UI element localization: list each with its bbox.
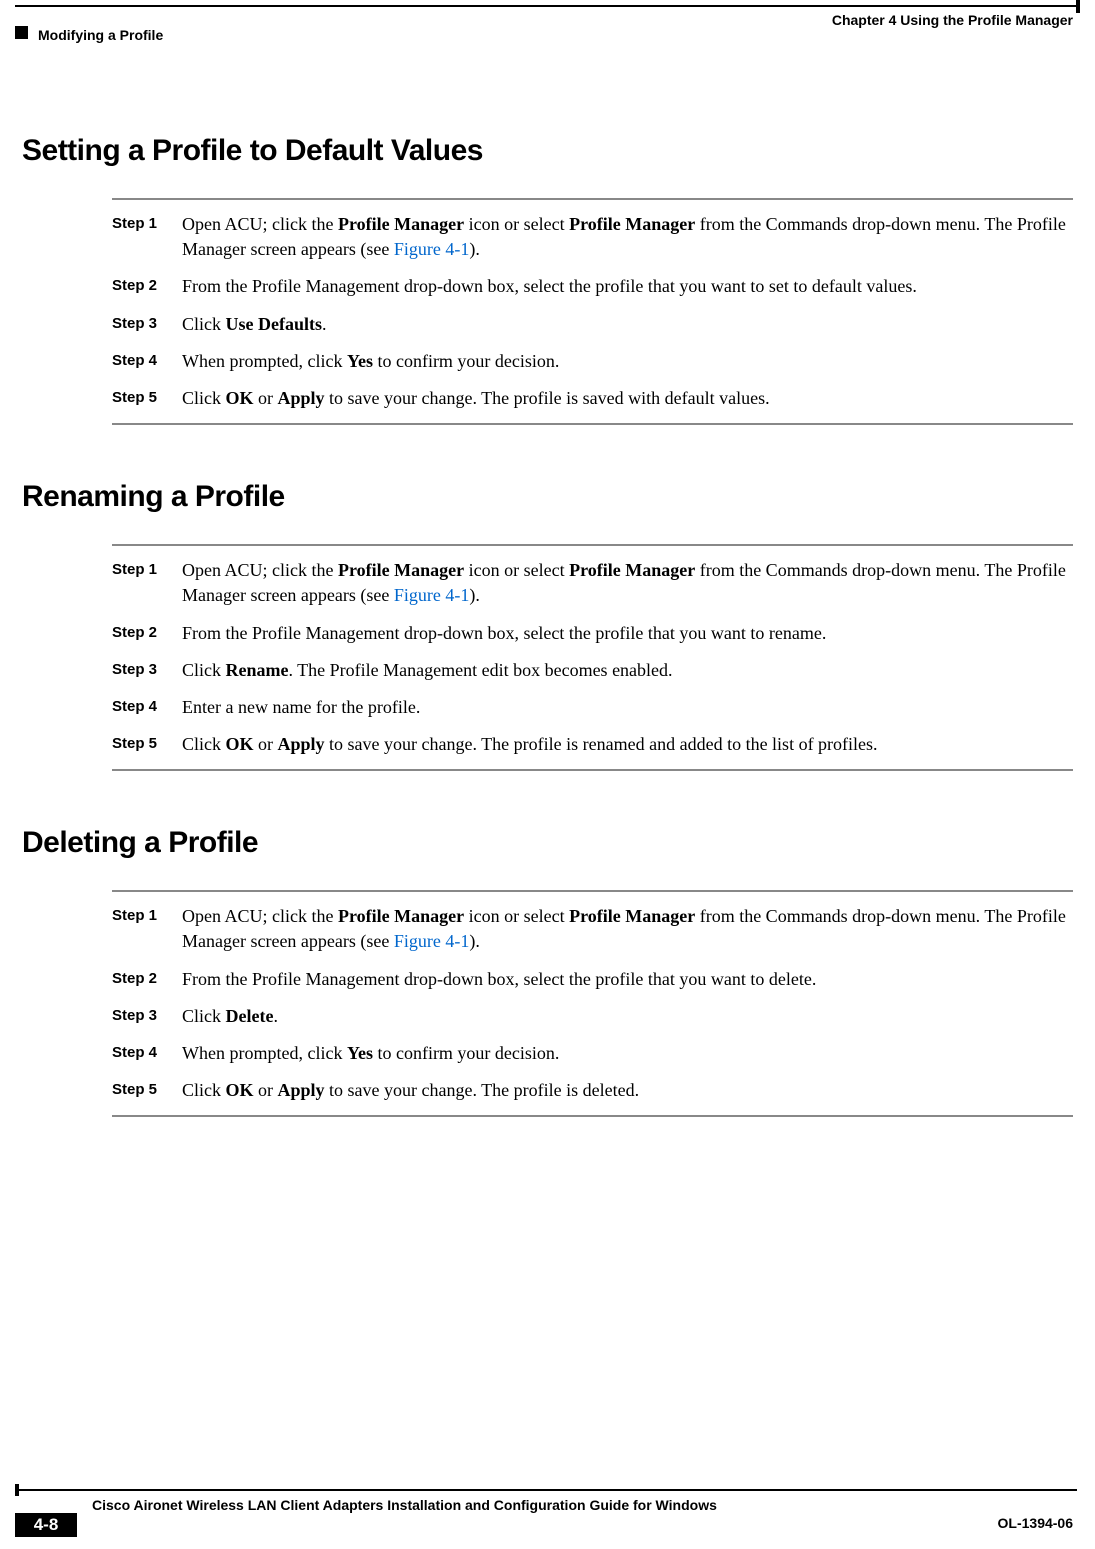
section-setting-profile-defaults: Setting a Profile to Default Values Step… — [22, 134, 1073, 425]
step-label: Step 3 — [112, 312, 182, 337]
figure-reference-link[interactable]: Figure 4-1 — [394, 931, 470, 951]
step-row: Step 1 Open ACU; click the Profile Manag… — [112, 904, 1073, 954]
bold-term: Rename — [226, 660, 289, 680]
step-label: Step 2 — [112, 274, 182, 299]
bold-term: Apply — [278, 734, 325, 754]
step-row: Step 1 Open ACU; click the Profile Manag… — [112, 558, 1073, 608]
step-row: Step 3 Click Rename. The Profile Managem… — [112, 658, 1073, 683]
step-label: Step 2 — [112, 967, 182, 992]
bold-term: Profile Manager — [569, 214, 695, 234]
step-row: Step 3 Click Use Defaults. — [112, 312, 1073, 337]
bold-term: Delete — [226, 1006, 274, 1026]
step-body: Click Use Defaults. — [182, 312, 1073, 337]
bold-term: Profile Manager — [338, 214, 464, 234]
section-label: Modifying a Profile — [38, 27, 163, 43]
step-row: Step 2 From the Profile Management drop-… — [112, 967, 1073, 992]
header-rule — [15, 5, 1077, 7]
page-content: Setting a Profile to Default Values Step… — [0, 44, 1095, 1117]
step-row: Step 4 Enter a new name for the profile. — [112, 695, 1073, 720]
section-rule-top — [112, 890, 1073, 892]
step-label: Step 4 — [112, 695, 182, 720]
figure-reference-link[interactable]: Figure 4-1 — [394, 239, 470, 259]
step-row: Step 5 Click OK or Apply to save your ch… — [112, 1078, 1073, 1103]
document-id: OL-1394-06 — [998, 1515, 1073, 1531]
guide-title: Cisco Aironet Wireless LAN Client Adapte… — [92, 1497, 717, 1513]
bold-term: Yes — [347, 351, 373, 371]
footer-rule — [15, 1489, 1077, 1491]
bold-term: Use Defaults — [226, 314, 323, 334]
step-label: Step 4 — [112, 349, 182, 374]
section-rule-bottom — [112, 1115, 1073, 1117]
page-number: 4-8 — [15, 1513, 77, 1537]
step-body: Enter a new name for the profile. — [182, 695, 1073, 720]
chapter-label: Chapter 4 Using the Profile Manager — [832, 12, 1073, 28]
step-body: Click OK or Apply to save your change. T… — [182, 732, 1073, 757]
step-label: Step 5 — [112, 386, 182, 411]
section-renaming-profile: Renaming a Profile Step 1 Open ACU; clic… — [22, 480, 1073, 771]
page-header: Chapter 4 Using the Profile Manager Modi… — [0, 0, 1095, 44]
step-body: Click Rename. The Profile Management edi… — [182, 658, 1073, 683]
bold-term: Profile Manager — [338, 906, 464, 926]
figure-reference-link[interactable]: Figure 4-1 — [394, 585, 470, 605]
section-rule-bottom — [112, 769, 1073, 771]
page-footer: Cisco Aironet Wireless LAN Client Adapte… — [0, 1489, 1095, 1549]
bold-term: OK — [226, 388, 254, 408]
step-row: Step 3 Click Delete. — [112, 1004, 1073, 1029]
step-label: Step 4 — [112, 1041, 182, 1066]
section-rule-top — [112, 544, 1073, 546]
section-rule-top — [112, 198, 1073, 200]
section-heading: Renaming a Profile — [22, 480, 1073, 514]
header-marker-left — [15, 26, 28, 39]
step-row: Step 1 Open ACU; click the Profile Manag… — [112, 212, 1073, 262]
step-row: Step 5 Click OK or Apply to save your ch… — [112, 386, 1073, 411]
step-label: Step 3 — [112, 658, 182, 683]
bold-term: OK — [226, 1080, 254, 1100]
step-list: Step 1 Open ACU; click the Profile Manag… — [112, 212, 1073, 411]
section-deleting-profile: Deleting a Profile Step 1 Open ACU; clic… — [22, 826, 1073, 1117]
step-row: Step 4 When prompted, click Yes to confi… — [112, 1041, 1073, 1066]
step-label: Step 1 — [112, 558, 182, 608]
bold-term: Profile Manager — [569, 906, 695, 926]
step-list: Step 1 Open ACU; click the Profile Manag… — [112, 904, 1073, 1103]
section-heading: Setting a Profile to Default Values — [22, 134, 1073, 168]
bold-term: OK — [226, 734, 254, 754]
step-list: Step 1 Open ACU; click the Profile Manag… — [112, 558, 1073, 757]
step-label: Step 1 — [112, 904, 182, 954]
step-label: Step 2 — [112, 621, 182, 646]
step-body: From the Profile Management drop-down bo… — [182, 967, 1073, 992]
step-row: Step 5 Click OK or Apply to save your ch… — [112, 732, 1073, 757]
step-label: Step 5 — [112, 1078, 182, 1103]
bold-term: Profile Manager — [338, 560, 464, 580]
section-heading: Deleting a Profile — [22, 826, 1073, 860]
bold-term: Apply — [278, 1080, 325, 1100]
step-body: From the Profile Management drop-down bo… — [182, 274, 1073, 299]
step-label: Step 1 — [112, 212, 182, 262]
step-row: Step 2 From the Profile Management drop-… — [112, 621, 1073, 646]
step-label: Step 5 — [112, 732, 182, 757]
step-body: Open ACU; click the Profile Manager icon… — [182, 904, 1073, 954]
bold-term: Apply — [278, 388, 325, 408]
step-body: Click OK or Apply to save your change. T… — [182, 1078, 1073, 1103]
step-body: Open ACU; click the Profile Manager icon… — [182, 212, 1073, 262]
step-label: Step 3 — [112, 1004, 182, 1029]
step-body: Click OK or Apply to save your change. T… — [182, 386, 1073, 411]
step-body: From the Profile Management drop-down bo… — [182, 621, 1073, 646]
step-body: When prompted, click Yes to confirm your… — [182, 1041, 1073, 1066]
step-body: Open ACU; click the Profile Manager icon… — [182, 558, 1073, 608]
step-body: Click Delete. — [182, 1004, 1073, 1029]
step-body: When prompted, click Yes to confirm your… — [182, 349, 1073, 374]
bold-term: Profile Manager — [569, 560, 695, 580]
step-row: Step 2 From the Profile Management drop-… — [112, 274, 1073, 299]
bold-term: Yes — [347, 1043, 373, 1063]
header-marker-right — [1076, 0, 1080, 13]
step-row: Step 4 When prompted, click Yes to confi… — [112, 349, 1073, 374]
section-rule-bottom — [112, 423, 1073, 425]
